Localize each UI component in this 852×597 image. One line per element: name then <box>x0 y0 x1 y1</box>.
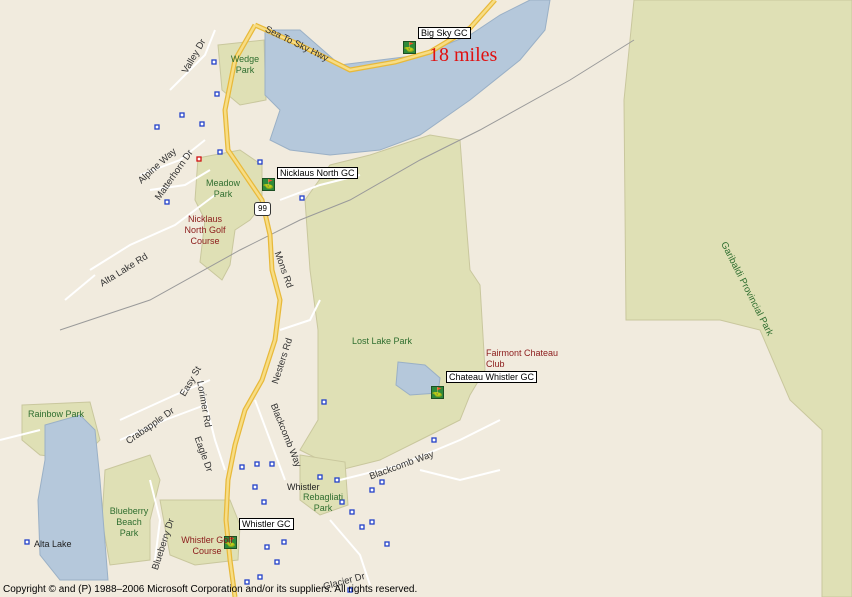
label-whistler-golf-course: Whistler Golf Course <box>181 535 233 556</box>
label-fairmont-chateau-club: Fairmont Chateau Club <box>486 348 559 369</box>
label-lost-lake-park: Lost Lake Park <box>352 336 413 346</box>
map-canvas[interactable]: 18 miles 99 ⛳ Big Sky GC ⛳ Nicklaus Nort… <box>0 0 852 597</box>
poi-whistler-gc[interactable]: ⛳ Whistler GC <box>224 518 294 549</box>
poi-label: Chateau Whistler GC <box>446 371 538 383</box>
golf-icon: ⛳ <box>262 177 275 191</box>
green-lake-water <box>264 0 551 156</box>
lost-lake-park-area <box>299 134 486 471</box>
poi-label: Big Sky GC <box>418 27 471 39</box>
label-alta-lake: Alta Lake <box>34 539 72 549</box>
label-whistler: Whistler <box>287 482 320 492</box>
label-blueberry-beach-park: Blueberry Beach Park <box>109 506 149 538</box>
poi-label: Nicklaus North GC <box>277 167 358 179</box>
label-rainbow-park: Rainbow Park <box>28 409 85 419</box>
golf-icon: ⛳ <box>403 40 416 54</box>
golf-icon: ⛳ <box>431 385 444 399</box>
highway-99-shield: 99 <box>254 202 271 216</box>
label-meadow-park: Meadow Park <box>205 178 241 199</box>
poi-chateau-whistler-gc[interactable]: ⛳ Chateau Whistler GC <box>431 371 538 399</box>
label-wedge-park: Wedge Park <box>230 54 260 75</box>
label-nicklaus-north-golf-course: Nicklaus North Golf Course <box>184 214 226 246</box>
poi-big-sky-gc[interactable]: ⛳ Big Sky GC <box>403 27 471 54</box>
poi-label: Whistler GC <box>239 518 294 530</box>
garibaldi-park-area <box>623 0 852 597</box>
label-rebagliati-park: Rebagliati Park <box>302 492 344 513</box>
red-poi-dot <box>196 156 202 162</box>
copyright-notice: Copyright © and (P) 1988–2006 Microsoft … <box>3 584 418 595</box>
distance-note: 18 miles <box>429 44 498 66</box>
poi-nicklaus-north-gc[interactable]: ⛳ Nicklaus North GC <box>262 167 358 191</box>
